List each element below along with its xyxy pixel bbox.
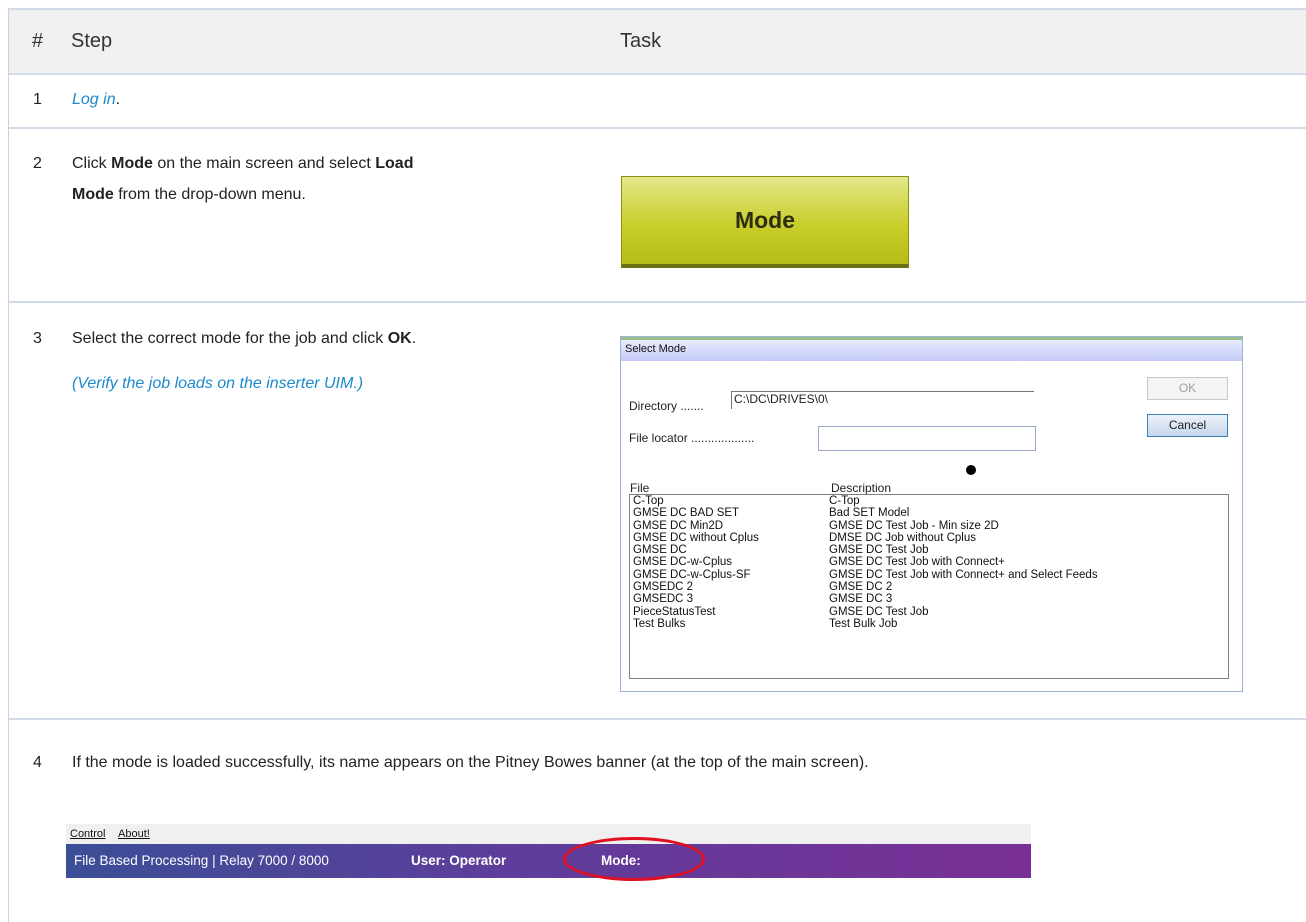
- highlight-ellipse: [563, 837, 705, 881]
- row-number: 2: [33, 155, 42, 172]
- file-locator-label: File locator ...................: [629, 431, 755, 445]
- bold-term: Load: [375, 155, 414, 172]
- list-item[interactable]: GMSE DC-w-Cplus-SF GMSE DC Test Job with …: [630, 569, 1228, 581]
- file-description: C-Top: [829, 495, 860, 507]
- row-number: 1: [33, 91, 42, 108]
- directory-field-edge: [731, 391, 732, 409]
- list-item[interactable]: GMSE DC-w-Cplus GMSE DC Test Job with Con…: [630, 556, 1228, 568]
- header-step: Step: [71, 30, 113, 52]
- file-name: Test Bulks: [633, 617, 686, 630]
- cursor-dot-icon: [966, 465, 976, 475]
- list-item[interactable]: GMSE DC BAD SET Bad SET Model: [630, 507, 1228, 519]
- directory-value: C:\DC\DRIVES\0\: [734, 392, 829, 406]
- menu-control[interactable]: Control: [70, 824, 105, 844]
- bold-term: Mode: [72, 186, 114, 203]
- user-label: User: Operator: [411, 853, 507, 868]
- cancel-button[interactable]: Cancel: [1147, 414, 1228, 437]
- list-item[interactable]: C-Top C-Top: [630, 495, 1228, 507]
- file-name: GMSEDC 2: [633, 581, 694, 594]
- menu-about[interactable]: About!: [118, 824, 150, 844]
- file-description: GMSE DC 2: [829, 581, 893, 594]
- menu-bar: Control About!: [66, 824, 1031, 844]
- directory-field-top: [731, 391, 1034, 392]
- file-description: GMSE DC Test Job with Connect+: [829, 556, 1005, 569]
- file-name: GMSE DC without Cplus: [633, 531, 759, 544]
- file-description: GMSE DC Test Job with Connect+ and Selec…: [829, 568, 1098, 581]
- mode-file-list: C-Top C-Top GMSE DC BAD SET Bad SET Model …: [629, 494, 1229, 679]
- list-item[interactable]: GMSEDC 3 GMSE DC 3: [630, 593, 1228, 605]
- header-task: Task: [620, 30, 662, 52]
- file-description: GMSE DC Test Job: [829, 544, 929, 557]
- file-locator-input[interactable]: [818, 426, 1036, 451]
- header-number: #: [32, 30, 44, 52]
- file-description: GMSE DC Test Job - Min size 2D: [829, 519, 999, 532]
- step-text: Click Mode on the main screen and select…: [72, 148, 612, 210]
- file-name: GMSE DC: [633, 544, 687, 557]
- select-mode-dialog: Select Mode Directory ....... C:\DC\DRIV…: [620, 336, 1243, 692]
- step-text: Log in.: [72, 84, 120, 115]
- list-item[interactable]: PieceStatusTest GMSE DC Test Job: [630, 606, 1228, 618]
- text-fragment: Select the correct mode for the job and …: [72, 330, 388, 347]
- divider: [8, 718, 1306, 720]
- table-left-border: [8, 8, 9, 922]
- row-number: 3: [33, 330, 42, 347]
- file-name: GMSE DC-w-Cplus: [633, 556, 733, 569]
- verify-note: (Verify the job loads on the inserter UI…: [72, 375, 364, 392]
- list-item[interactable]: GMSE DC Min2D GMSE DC Test Job - Min size…: [630, 520, 1228, 532]
- text-fragment: on the main screen and select: [152, 155, 376, 172]
- file-description: GMSE DC 3: [829, 593, 893, 606]
- divider: [8, 301, 1306, 303]
- file-description: GMSE DC Test Job: [829, 605, 929, 618]
- divider: [8, 127, 1306, 129]
- list-item[interactable]: GMSEDC 2 GMSE DC 2: [630, 581, 1228, 593]
- list-item[interactable]: Test Bulks Test Bulk Job: [630, 618, 1228, 630]
- text-fragment: Click: [72, 155, 112, 172]
- text-fragment: from the drop-down menu.: [113, 186, 306, 203]
- directory-label: Directory .......: [629, 399, 704, 413]
- column-description: Description: [831, 481, 892, 495]
- ok-button[interactable]: OK: [1147, 377, 1228, 400]
- file-name: PieceStatusTest: [633, 605, 716, 618]
- step-text: If the mode is loaded successfully, its …: [72, 754, 869, 771]
- file-name: GMSE DC Min2D: [633, 519, 724, 532]
- bold-term: Mode: [111, 155, 153, 172]
- file-name: GMSEDC 3: [633, 593, 694, 606]
- file-name: GMSE DC-w-Cplus-SF: [633, 568, 751, 581]
- mode-button-screenshot: Mode: [621, 176, 909, 268]
- step-text: Select the correct mode for the job and …: [72, 323, 416, 354]
- file-name: GMSE DC BAD SET: [633, 507, 740, 520]
- app-title: File Based Processing | Relay 7000 / 800…: [74, 853, 329, 868]
- file-description: DMSE DC Job without Cplus: [829, 531, 976, 544]
- mode-button-label: Mode: [734, 207, 796, 233]
- list-item[interactable]: GMSE DC GMSE DC Test Job: [630, 544, 1228, 556]
- file-description: Test Bulk Job: [829, 617, 898, 630]
- list-item[interactable]: GMSE DC without Cplus DMSE DC Job without…: [630, 532, 1228, 544]
- dialog-title: Select Mode: [621, 337, 1242, 361]
- divider: [8, 8, 1306, 10]
- pitney-bowes-banner: File Based Processing | Relay 7000 / 800…: [66, 844, 1031, 878]
- bold-term: OK: [387, 330, 412, 347]
- divider: [8, 73, 1306, 75]
- column-file: File: [630, 481, 650, 495]
- file-description: Bad SET Model: [829, 507, 910, 520]
- login-link[interactable]: Log in: [72, 91, 116, 108]
- file-name: C-Top: [633, 495, 664, 507]
- text-fragment: .: [411, 330, 417, 347]
- step-text-suffix: .: [115, 91, 121, 108]
- row-number: 4: [33, 754, 42, 771]
